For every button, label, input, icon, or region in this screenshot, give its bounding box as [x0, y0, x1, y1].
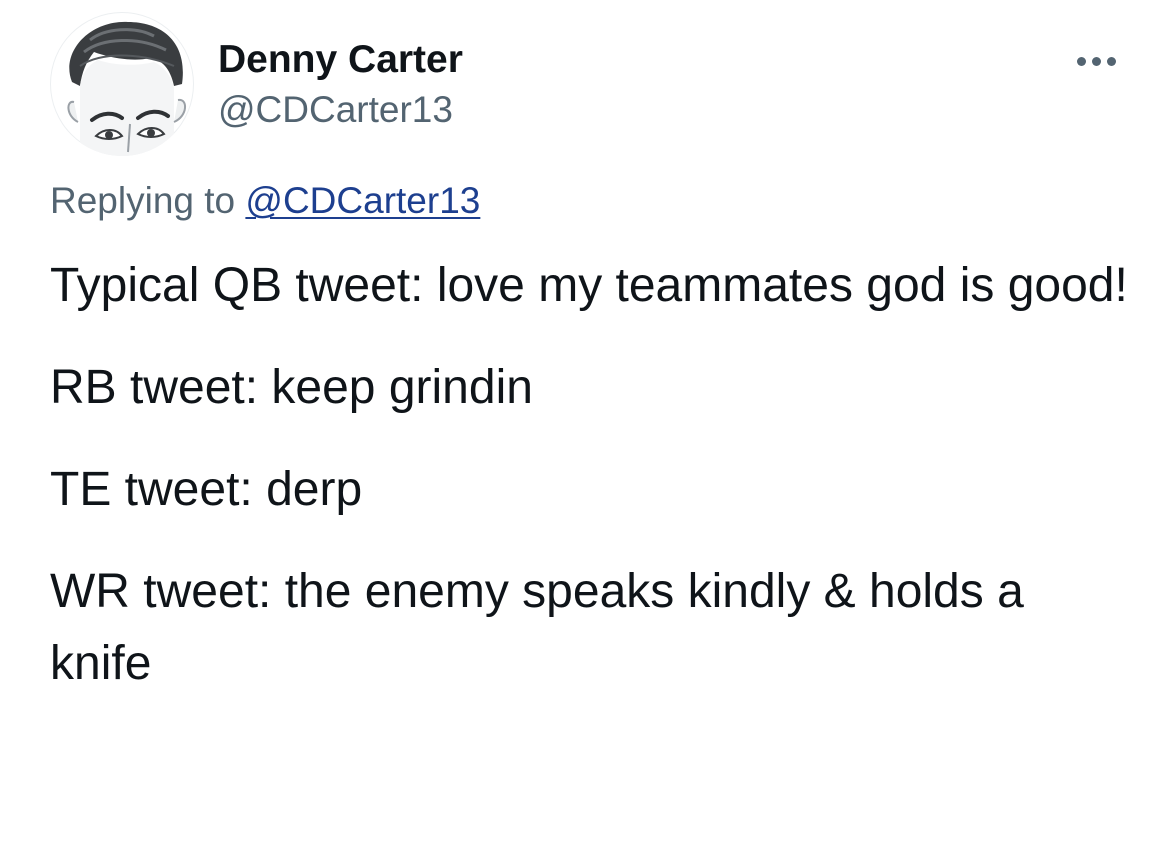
- tweet-paragraph: Typical QB tweet: love my teammates god …: [50, 259, 1128, 312]
- more-horizontal-icon: [1091, 56, 1101, 66]
- reply-context: Replying to @CDCarter13: [50, 178, 480, 224]
- author-handle[interactable]: @CDCarter13: [218, 88, 453, 132]
- tweet-paragraph: WR tweet: the enemy speaks kindly & hold…: [50, 565, 1024, 690]
- reply-context-label: Replying to: [50, 180, 236, 221]
- reply-mention-link[interactable]: @CDCarter13: [245, 180, 480, 221]
- tweet-paragraph: TE tweet: derp: [50, 463, 363, 516]
- author-display-name[interactable]: Denny Carter: [218, 37, 463, 83]
- author-avatar[interactable]: [50, 12, 194, 156]
- more-horizontal-icon: [1076, 56, 1086, 66]
- tweet-text: Typical QB tweet: love my teammates god …: [50, 250, 1130, 730]
- cartoon-portrait-avatar-icon: [67, 21, 186, 156]
- more-options-button[interactable]: [1062, 44, 1130, 78]
- more-horizontal-icon: [1106, 56, 1116, 66]
- tweet-card: Denny Carter @CDCarter13 Replying to @CD…: [0, 0, 1169, 849]
- tweet-paragraph: RB tweet: keep grindin: [50, 361, 533, 414]
